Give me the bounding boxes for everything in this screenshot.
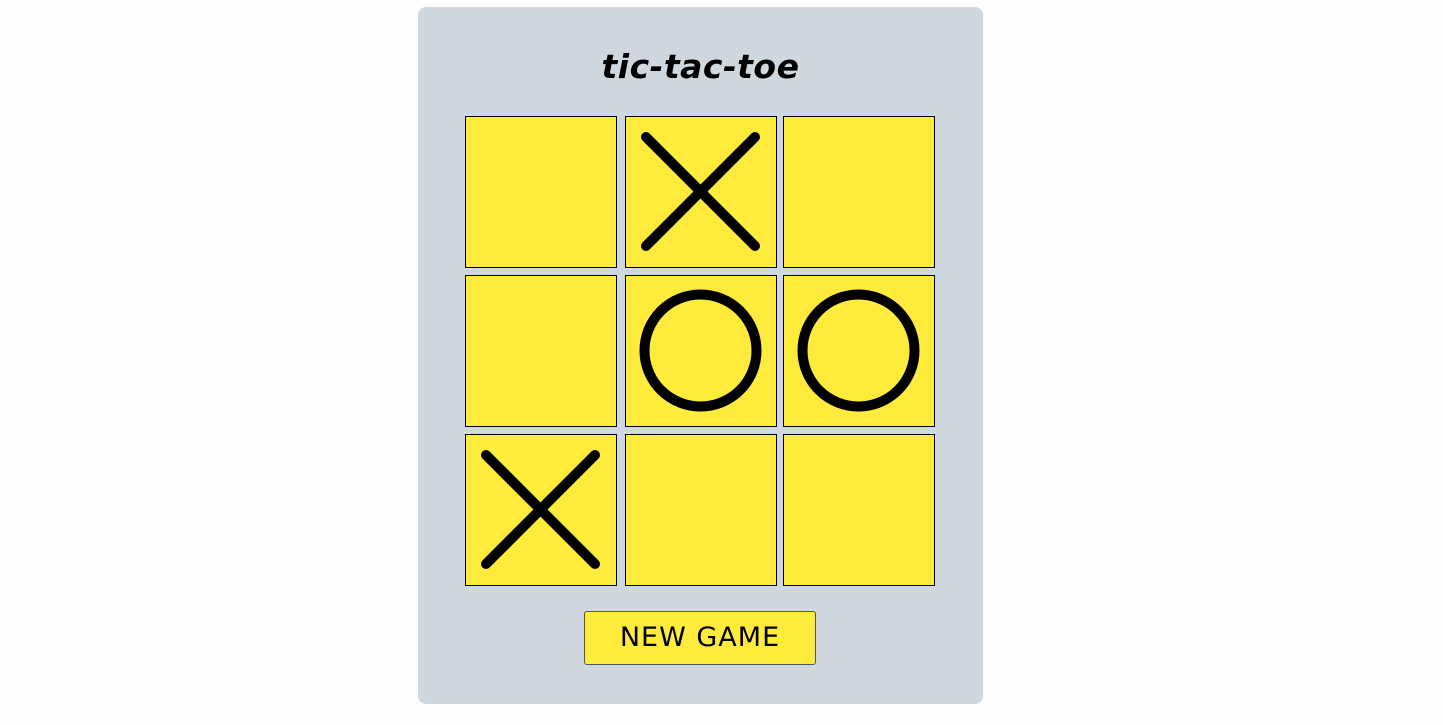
game-panel: tic-tac-toe NEW GAME: [418, 7, 983, 704]
game-title: tic-tac-toe: [601, 47, 800, 86]
board-cell-2-0[interactable]: [465, 434, 617, 586]
x-mark-icon: [641, 132, 760, 251]
board-cell-2-2[interactable]: [783, 434, 935, 586]
board-cell-0-0[interactable]: [465, 116, 617, 268]
x-mark-icon: [481, 450, 600, 569]
board-cell-0-1[interactable]: [625, 116, 777, 268]
board-cell-1-1[interactable]: [625, 275, 777, 427]
o-mark-icon: [639, 289, 762, 412]
o-mark-ring: [639, 289, 762, 412]
new-game-button[interactable]: NEW GAME: [584, 611, 816, 665]
o-mark-ring: [797, 289, 920, 412]
board-cell-0-2[interactable]: [783, 116, 935, 268]
board-cell-2-1[interactable]: [625, 434, 777, 586]
game-board: [465, 116, 939, 591]
o-mark-icon: [797, 289, 920, 412]
board-cell-1-2[interactable]: [783, 275, 935, 427]
board-cell-1-0[interactable]: [465, 275, 617, 427]
